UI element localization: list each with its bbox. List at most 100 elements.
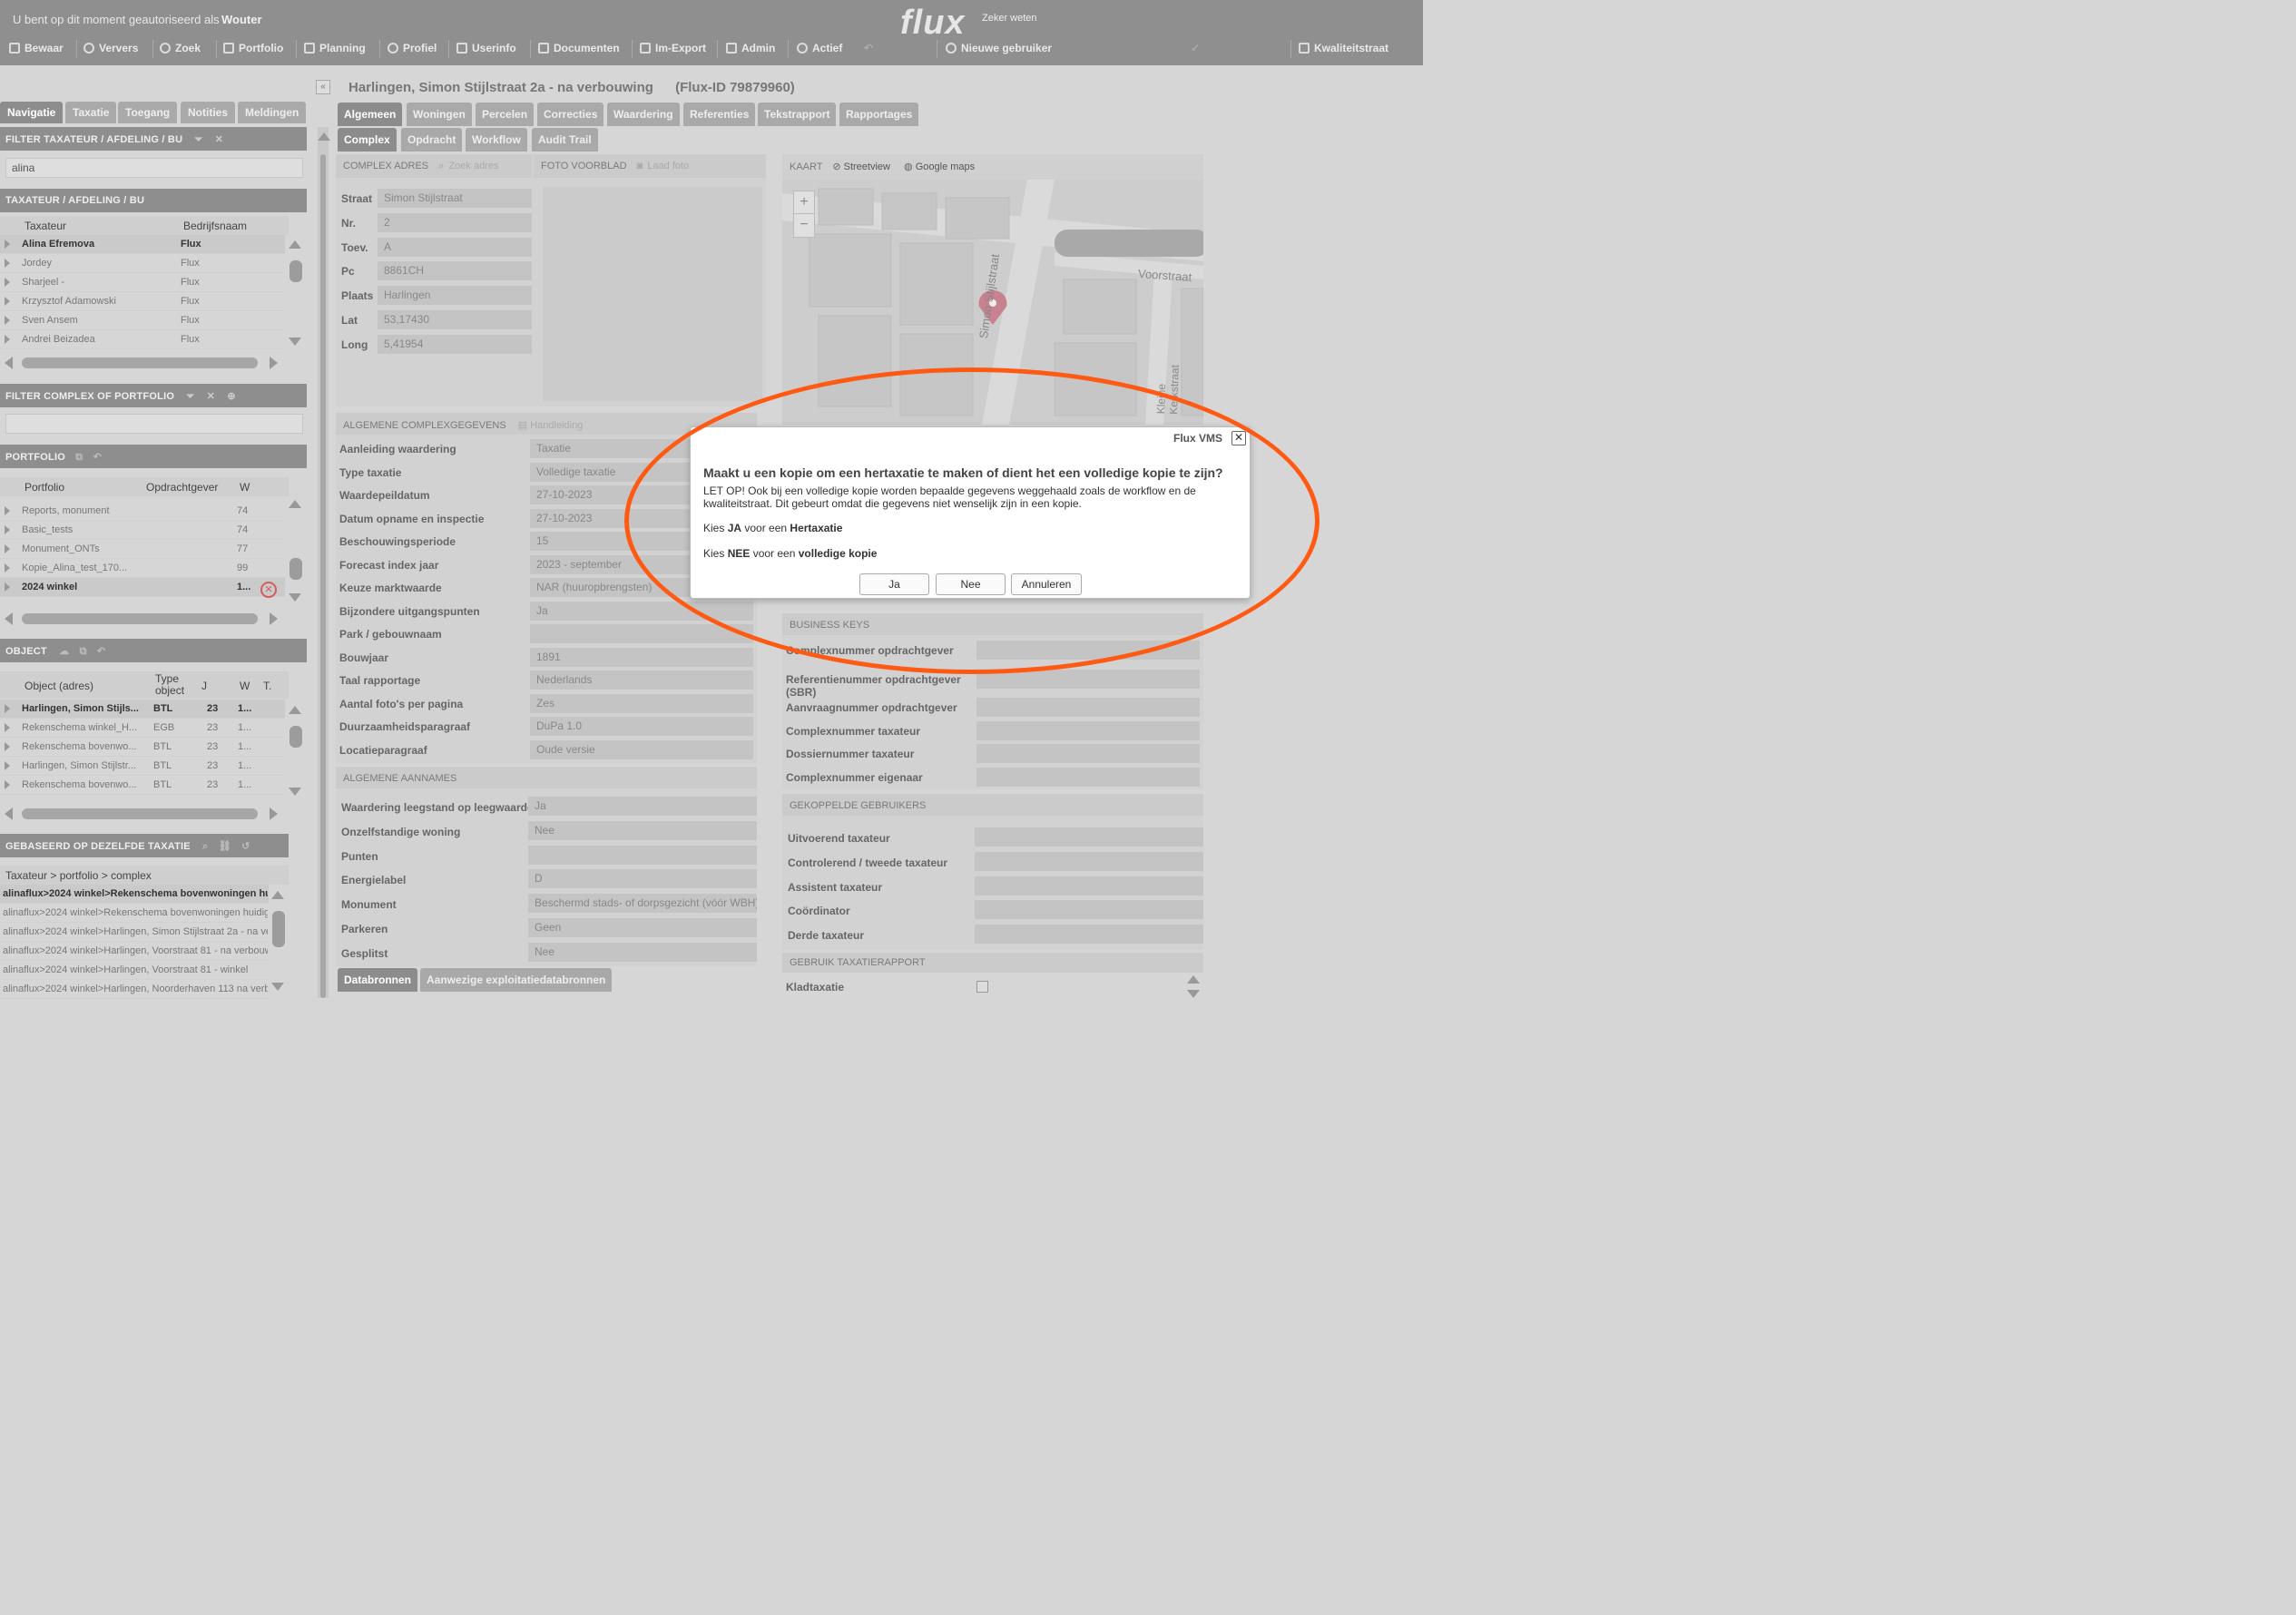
table-row[interactable]: Andrei Beizadea Flux (0, 330, 285, 349)
history-icon[interactable]: ↺ (241, 841, 250, 852)
column-header[interactable]: Taxateur (25, 220, 66, 232)
table-row[interactable]: Reports, monument 74 (0, 502, 285, 521)
field-value[interactable]: Nee (528, 820, 757, 840)
scroll-up-icon[interactable] (289, 500, 301, 508)
field-value[interactable] (976, 670, 1200, 689)
table-row[interactable]: Sharjeel - Flux (0, 273, 285, 292)
tab-meldingen[interactable]: Meldingen (238, 102, 307, 123)
zoom-icon[interactable]: ⊕ (227, 391, 235, 402)
search-icon[interactable]: ⌕ (438, 161, 444, 171)
search-icon[interactable]: ⌕ (202, 841, 208, 852)
table-row[interactable]: alinaflux>2024 winkel>Rekenschema bovenw… (0, 904, 269, 923)
filter-complex-input[interactable] (5, 414, 303, 434)
tab-toegang[interactable]: Toegang (118, 102, 178, 123)
table-row[interactable]: Kopie_Alina_test_170... 99 (0, 559, 285, 578)
column-header[interactable]: W (240, 481, 250, 494)
scroll-up-icon[interactable] (318, 132, 330, 141)
expand-icon[interactable] (5, 582, 10, 592)
field-value[interactable]: Ja (528, 797, 757, 816)
tab-navigatie[interactable]: Navigatie (0, 102, 64, 123)
expand-icon[interactable] (5, 525, 10, 534)
field-value[interactable]: 1891 (530, 647, 753, 667)
scrollbar[interactable] (22, 613, 258, 624)
field-value[interactable]: Zes (530, 693, 753, 713)
tab-exploitatiedatabronnen[interactable]: Aanwezige exploitatiedatabronnen (420, 968, 613, 992)
splitter[interactable] (318, 127, 329, 998)
table-row[interactable]: alinaflux>2024 winkel>Harlingen, Simon S… (0, 923, 269, 942)
column-header[interactable]: Bedrijfsnaam (183, 220, 247, 232)
scroll-down-icon[interactable] (289, 338, 301, 346)
main-tab[interactable]: Tekstrapport (758, 103, 837, 126)
field-value[interactable]: DuPa 1.0 (530, 717, 753, 736)
scroll-down-icon[interactable] (1187, 990, 1200, 998)
column-header[interactable]: Portfolio (25, 481, 64, 494)
undo-icon[interactable]: ↶ (93, 452, 102, 463)
field-value[interactable]: Beschermd stads- of dorpsgezicht (vóór W… (528, 894, 757, 914)
clear-icon[interactable]: ✕ (207, 391, 215, 402)
expand-icon[interactable] (5, 563, 10, 573)
field-value[interactable] (976, 721, 1200, 740)
map[interactable]: + − Voorstraat Simon Stijlstraat Kleine … (782, 180, 1203, 425)
zoom-out-button[interactable]: − (794, 214, 814, 237)
column-header[interactable]: Object (adres) (25, 680, 93, 692)
table-row[interactable]: Monument_ONTs 77 (0, 540, 285, 559)
filter-icon[interactable]: ⏷ (195, 134, 203, 145)
scrollbar[interactable] (22, 357, 258, 368)
main-tab[interactable]: Algemeen (338, 103, 403, 126)
expand-icon[interactable] (5, 761, 10, 770)
link-icon[interactable]: ⛓ (219, 841, 231, 852)
field-value[interactable] (975, 925, 1203, 945)
column-header[interactable]: W (240, 680, 250, 692)
field-value[interactable]: 5,41954 (378, 334, 532, 354)
menu-kwaliteitstraat[interactable]: Kwaliteitstraat (1299, 42, 1388, 54)
field-value[interactable]: Oude versie (530, 739, 753, 759)
table-row[interactable]: Krzysztof Adamowski Flux (0, 292, 285, 311)
nee-button[interactable]: Nee (936, 573, 1006, 595)
annuleren-button[interactable]: Annuleren (1011, 573, 1082, 595)
table-row[interactable]: alinaflux>2024 winkel>Harlingen, Voorstr… (0, 942, 269, 961)
check-icon[interactable]: ✓ (1191, 42, 1200, 54)
field-value[interactable]: Ja (530, 601, 753, 621)
copy-icon[interactable]: ⧉ (80, 646, 87, 657)
column-header[interactable]: J (201, 680, 207, 692)
handleiding-link[interactable]: Handleiding (530, 420, 583, 431)
field-value[interactable]: Simon Stijlstraat (378, 189, 532, 208)
globe-icon[interactable]: ◍ (904, 162, 913, 172)
table-row[interactable]: Alina Efremova Flux (0, 235, 285, 254)
scrollbar[interactable] (289, 260, 302, 282)
scroll-up-icon[interactable] (1187, 975, 1200, 984)
menu-im-export[interactable]: Im-Export (640, 42, 706, 54)
table-row[interactable]: Harlingen, Simon Stijlstr... BTL 23 1... (0, 757, 285, 776)
table-row[interactable]: Sven Ansem Flux (0, 311, 285, 330)
scroll-up-icon[interactable] (271, 891, 284, 899)
field-value[interactable] (976, 641, 1200, 660)
copy-icon[interactable]: ⧉ (75, 452, 83, 463)
menu-nieuwe-gebruiker[interactable]: Nieuwe gebruiker (946, 42, 1052, 54)
table-row[interactable]: alinaflux>2024 winkel>Harlingen, Noorder… (0, 980, 269, 999)
field-value[interactable] (975, 851, 1203, 871)
scroll-up-icon[interactable] (289, 706, 301, 714)
main-tab[interactable]: Woningen (407, 103, 472, 126)
field-value[interactable]: 53,17430 (378, 310, 532, 329)
menu-portfolio[interactable]: Portfolio (223, 42, 283, 54)
filter-taxateur-input[interactable]: alina (5, 158, 303, 178)
expand-icon[interactable] (5, 742, 10, 751)
google-maps-link[interactable]: Google maps (916, 162, 975, 172)
tab-notities[interactable]: Notities (181, 102, 236, 123)
scroll-down-icon[interactable] (289, 788, 301, 796)
document-icon[interactable]: ▤ (518, 420, 527, 431)
clear-icon[interactable]: ✕ (215, 134, 223, 145)
expand-icon[interactable] (5, 544, 10, 553)
expand-icon[interactable] (5, 316, 10, 325)
streetview-icon[interactable]: ⊘ (832, 162, 840, 172)
menu-profiel[interactable]: Profiel (388, 42, 437, 54)
main-tab[interactable]: Percelen (476, 103, 535, 126)
scroll-left-icon[interactable] (5, 808, 13, 820)
scroll-down-icon[interactable] (289, 593, 301, 602)
filter-icon[interactable]: ⏷ (186, 391, 194, 402)
scroll-left-icon[interactable] (5, 612, 13, 625)
field-value[interactable]: 2 (378, 212, 532, 232)
expand-icon[interactable] (5, 259, 10, 268)
kladtaxatie-checkbox[interactable] (976, 981, 988, 993)
field-value[interactable] (975, 827, 1203, 847)
